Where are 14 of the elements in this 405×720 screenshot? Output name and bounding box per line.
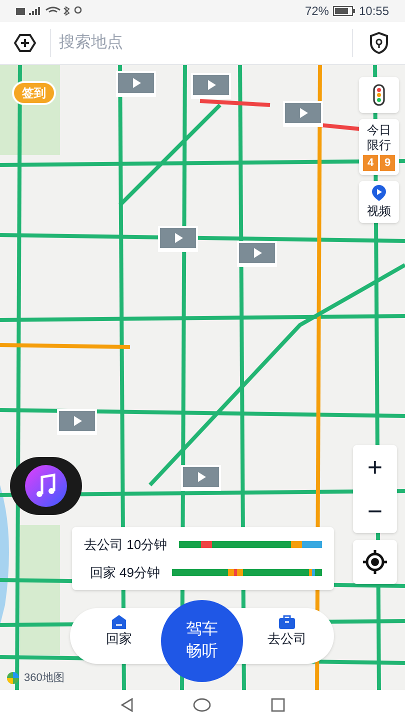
work-button[interactable]: 去公司 — [262, 615, 312, 648]
clock-time: 10:55 — [358, 3, 389, 20]
plate-number: 9 — [380, 155, 395, 171]
restriction-label: 今日限行 — [366, 123, 392, 153]
zoom-in-button[interactable]: + — [353, 445, 397, 489]
battery-level: 72% — [304, 3, 329, 20]
map-logo-text: 360地图 — [24, 671, 64, 686]
zoom-out-button[interactable]: − — [353, 489, 397, 533]
commute-time: 回家 49分钟 — [90, 564, 160, 582]
commute-time: 去公司 10分钟 — [84, 536, 168, 554]
search-field[interactable]: 搜索地点 — [51, 31, 352, 55]
video-button[interactable]: 视频 — [359, 181, 399, 223]
plate-number: 4 — [363, 155, 378, 171]
home-button[interactable]: 回家 — [96, 615, 142, 648]
